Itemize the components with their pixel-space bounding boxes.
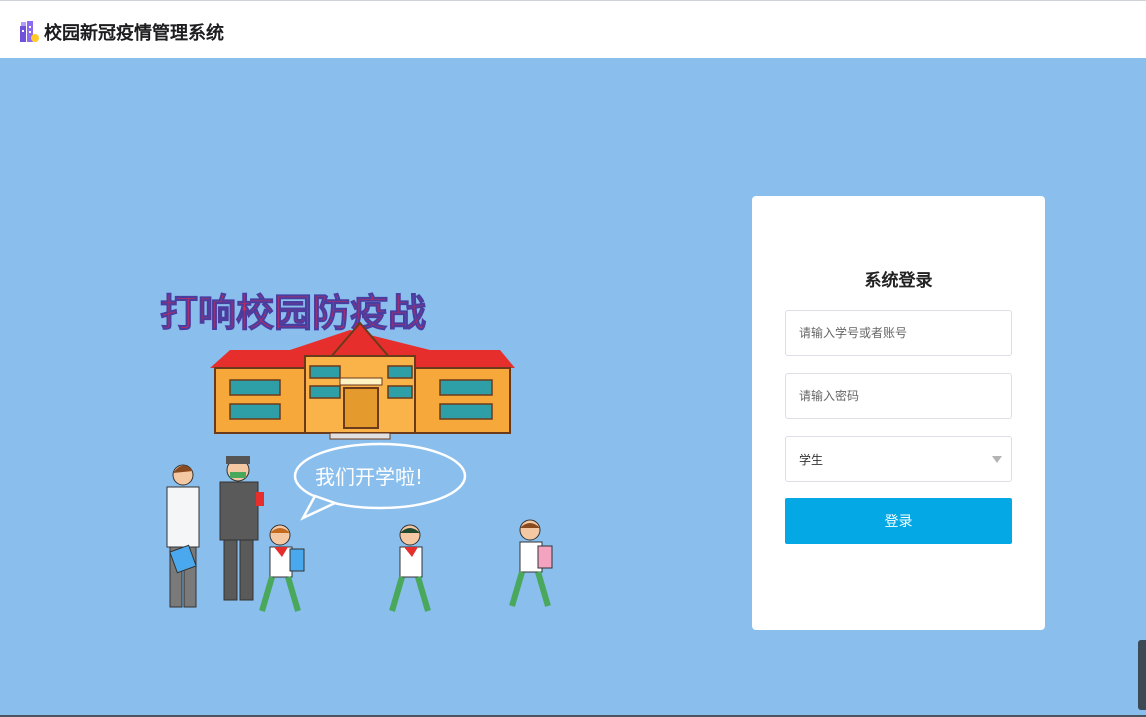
username-input[interactable] bbox=[785, 310, 1012, 356]
login-button[interactable]: 登录 bbox=[785, 498, 1012, 544]
role-select[interactable]: 学生 bbox=[785, 436, 1012, 482]
main-area: 打响校园防疫战 我们开学啦! 系统登录 请输入学号或者账号 学生 登录 bbox=[0, 58, 1146, 717]
child-figure-1 bbox=[259, 524, 305, 612]
school-building bbox=[210, 321, 515, 440]
chevron-down-icon bbox=[992, 456, 1002, 463]
role-select-value: 学生 bbox=[799, 452, 824, 467]
password-input[interactable] bbox=[785, 373, 1012, 419]
speech-bubble-text: 我们开学啦! bbox=[315, 465, 423, 489]
banner-text: 打响校园防疫战 bbox=[160, 291, 426, 335]
school-building-logo-icon bbox=[20, 21, 39, 42]
guard-figure bbox=[219, 456, 264, 601]
teacher-figure bbox=[166, 464, 200, 608]
login-title: 系统登录 bbox=[864, 271, 933, 291]
app-title: 校园新冠疫情管理系统 bbox=[44, 23, 224, 44]
top-header: 校园新冠疫情管理系统 bbox=[0, 0, 1146, 58]
speech-bubble: 我们开学啦! bbox=[293, 442, 467, 521]
child-figure-2 bbox=[389, 524, 431, 612]
child-figure-3 bbox=[509, 519, 553, 607]
login-card: 系统登录 学生 登录 bbox=[752, 196, 1045, 630]
campus-epidemic-illustration: 打响校园防疫战 我们开学啦! bbox=[160, 291, 553, 612]
scroll-handle[interactable] bbox=[1138, 640, 1146, 710]
